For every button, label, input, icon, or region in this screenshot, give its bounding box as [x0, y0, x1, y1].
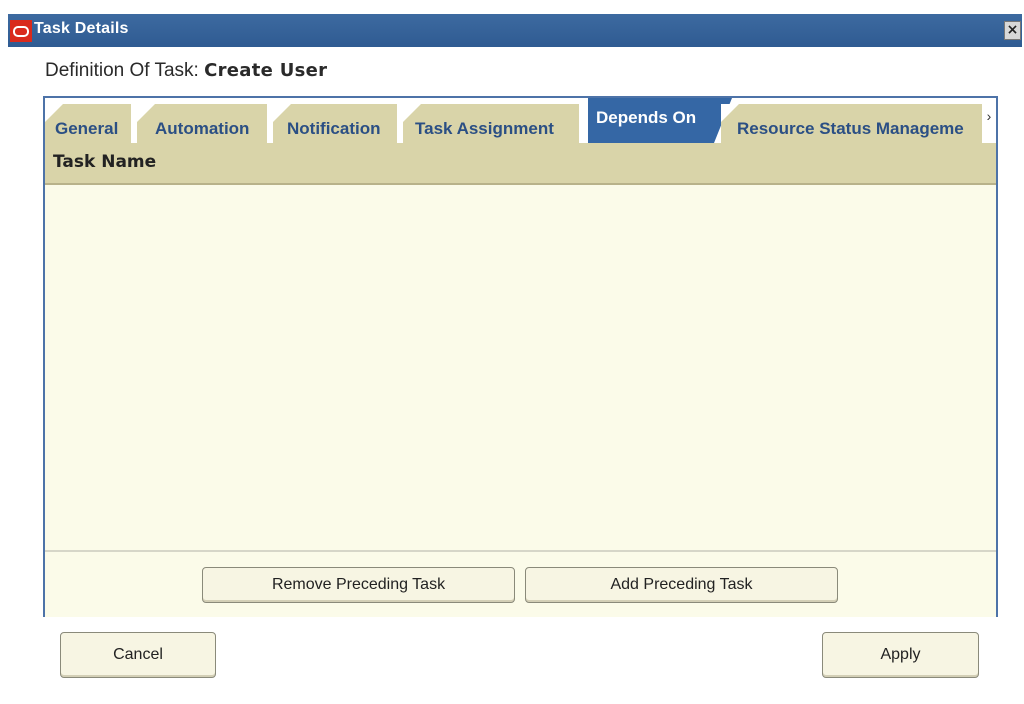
tab-label: Depends On — [596, 108, 697, 127]
tab-task-assignment[interactable]: Task Assignment — [403, 104, 579, 143]
definition-label: Definition Of Task: — [45, 60, 205, 81]
tab-automation[interactable]: Automation — [137, 104, 267, 143]
oracle-logo-icon — [10, 20, 32, 42]
apply-button[interactable]: Apply — [822, 632, 979, 678]
add-preceding-task-button[interactable]: Add Preceding Task — [525, 567, 838, 603]
tab-notification[interactable]: Notification — [273, 104, 397, 143]
task-definition-heading: Definition Of Task: Create User — [45, 60, 327, 82]
tab-label: Task Assignment — [415, 119, 554, 138]
tab-resource-status-management[interactable]: Resource Status Manageme — [721, 104, 982, 143]
remove-preceding-task-button[interactable]: Remove Preceding Task — [202, 567, 515, 603]
tab-depends-on[interactable]: Depends On — [588, 98, 732, 143]
window-title: Task Details — [34, 20, 129, 37]
title-bar: Task Details × — [8, 14, 1022, 47]
panel-button-bar: Remove Preceding Task Add Preceding Task — [45, 550, 996, 617]
tab-label: General — [55, 119, 119, 138]
tab-panel: General Automation Notification Task Ass… — [43, 96, 998, 617]
table-body — [45, 185, 996, 550]
tab-general[interactable]: General — [45, 104, 131, 143]
cancel-button[interactable]: Cancel — [60, 632, 216, 678]
tab-strip: General Automation Notification Task Ass… — [45, 98, 996, 143]
close-icon[interactable]: × — [1004, 21, 1021, 40]
task-name-value: Create User — [204, 60, 328, 81]
chevron-right-icon[interactable]: › — [982, 106, 996, 143]
table-header: Task Name — [45, 143, 996, 185]
tab-label: Resource Status Manageme — [737, 119, 964, 138]
column-header-task-name[interactable]: Task Name — [53, 152, 156, 172]
tab-label: Notification — [287, 119, 381, 138]
tab-label: Automation — [155, 119, 250, 138]
task-details-dialog: Task Details × Definition Of Task: Creat… — [8, 14, 1022, 704]
